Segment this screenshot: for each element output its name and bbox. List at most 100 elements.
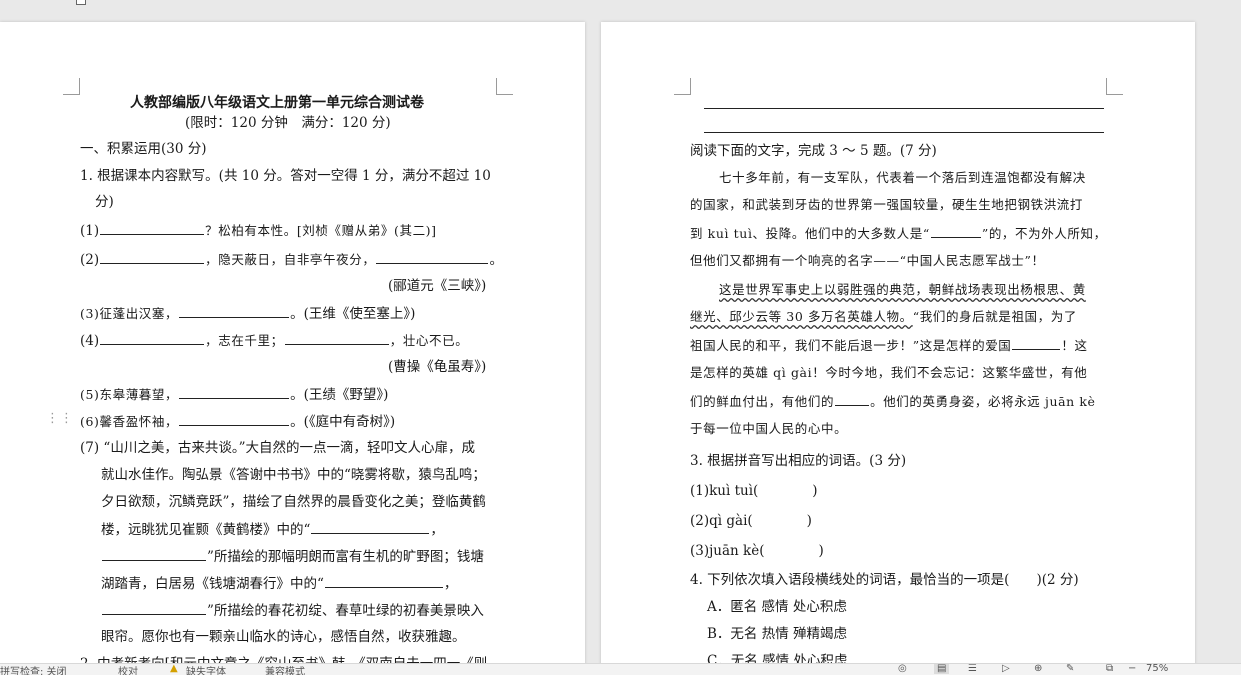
paragraph-line: ”所描绘的那幅明朗而富有生机的旷野图；钱塘 — [101, 547, 484, 566]
option-b: B．无名 热情 殚精竭虑 — [707, 626, 848, 642]
passage-text: 到 kuì tuì、投降。他们中的大多数人是“ — [690, 226, 930, 241]
fill-line: (2) ，隐天蔽日，自非亭午夜分， 。 — [80, 250, 503, 269]
passage-text: 。他们的英勇身姿，必将永远 juān kè — [870, 394, 1096, 409]
poem-text: (3)征蓬出汉塞， — [80, 306, 179, 321]
passage-line: 这是世界军事史上以弱胜强的典范，朝鲜战场表现出杨根思、黄 — [719, 281, 1086, 299]
document-page-left: 人教部编版八年级语文上册第一单元综合测试卷 (限时：120 分钟 满分：120 … — [0, 22, 585, 674]
answer-blank — [376, 250, 489, 264]
source-citation: (曹操《龟虽寿》) — [388, 359, 487, 375]
compat-mode-label: 兼容模式 — [265, 667, 305, 675]
missing-font-button[interactable]: 缺失字体 — [186, 664, 226, 675]
source-citation: 。(王绩《野望》) — [290, 387, 389, 403]
proofread-button[interactable]: 校对 — [118, 664, 138, 675]
item-number: (2) — [80, 252, 100, 268]
answer-blank — [930, 224, 981, 238]
poem-text: ？松柏有本性。[刘桢《赠从弟》(其二)] — [205, 223, 437, 238]
poem-text: ，志在千里； — [205, 333, 284, 348]
question-text: 4. 下列依次填入语段横线处的词语，最恰当的一项是( )(2 分) — [690, 572, 1079, 588]
outline-view-icon[interactable]: ☰ — [968, 664, 977, 674]
answer-rule-line — [704, 132, 1104, 133]
punctuation: 。 — [489, 252, 503, 268]
fit-page-icon[interactable]: ⧉ — [1106, 664, 1113, 674]
fill-line: (1) ？松柏有本性。[刘桢《赠从弟》(其二)] — [80, 221, 437, 240]
poem-text: (5)东皋薄暮望， — [80, 387, 179, 402]
passage-line: 七十多年前，有一支军队，代表着一个落后到连温饱都没有解决 — [719, 170, 1086, 185]
passage-line: 于每一位中国人民的心中。 — [690, 421, 848, 436]
poem-text: ，隐天蔽日，自非亭午夜分， — [205, 252, 376, 267]
wavy-underlined-sentence: 继光、邱少云等 30 多万名英雄人物。 — [690, 309, 913, 324]
paragraph-text: 湖踏青，白居易《钱塘湖春行》中的“ — [101, 576, 324, 592]
answer-blank — [284, 331, 389, 345]
top-checkbox[interactable] — [76, 0, 86, 5]
passage-text: 祖国人民的和平，我们不能后退一步！”这是怎样的爱国 — [690, 338, 1012, 353]
paragraph-line: 楼，远眺犹见崔颢《黄鹤楼》中的“ ， — [101, 520, 444, 539]
source-citation: (郦道元《三峡》) — [388, 278, 487, 294]
answer-blank — [179, 304, 290, 318]
paragraph-line: 就山水佳作。陶弘景《答谢中书书》中的“晓雾将歇，猿鸟乱鸣； — [101, 467, 486, 483]
answer-blank — [100, 221, 205, 235]
section-heading: 一、积累运用(30 分) — [80, 141, 207, 157]
item-number: (1) — [80, 223, 100, 239]
margin-corner-mark — [1106, 78, 1123, 95]
source-citation: 。(王维《使至塞上》) — [290, 306, 416, 322]
paragraph-line: 湖踏青，白居易《钱塘湖春行》中的“ ， — [101, 574, 457, 593]
paragraph-line: 夕日欲颓，沉鳞竞跃”，描绘了自然界的晨昏变化之美；登临黄鹤 — [101, 494, 486, 510]
passage-text: ！这 — [1061, 338, 1088, 353]
answer-blank — [179, 385, 290, 399]
passage-text: “我们的身后就是祖国，为了 — [912, 309, 1077, 324]
margin-corner-mark — [674, 78, 691, 95]
reading-intro: 阅读下面的文字，完成 3 ～ 5 题。(7 分) — [690, 143, 937, 159]
passage-text: ”的，不为外人所知， — [981, 226, 1107, 241]
item-number: (4) — [80, 333, 100, 349]
fill-line: (3)征蓬出汉塞， 。(王维《使至塞上》) — [80, 304, 415, 323]
document-page-right: 阅读下面的文字，完成 3 ～ 5 题。(7 分) 七十多年前，有一支军队，代表着… — [601, 22, 1195, 674]
wavy-underlined-sentence: 这是世界军事史上以弱胜强的典范，朝鲜战场表现出杨根思、黄 — [719, 282, 1086, 297]
drag-handle-icon[interactable]: ⋮⋮ — [46, 412, 74, 425]
margin-corner-mark — [496, 78, 513, 95]
passage-line: 是怎样的英雄 qì gài！今时今地，我们不会忘记：这繁华盛世，有他 — [690, 365, 1088, 380]
poem-text: (6)馨香盈怀袖， — [80, 414, 179, 429]
passage-line: 祖国人民的和平，我们不能后退一步！”这是怎样的爱国 ！这 — [690, 336, 1088, 355]
paragraph-text: ”所描绘的那幅明朗而富有生机的旷野图；钱塘 — [207, 549, 484, 565]
passage-line: 继光、邱少云等 30 多万名英雄人物。“我们的身后就是祖国，为了 — [690, 308, 1077, 326]
answer-rule-line — [704, 108, 1104, 109]
question-text: 分) — [95, 194, 114, 210]
passage-line: 们的鲜血付出，有他们的 。他们的英勇身姿，必将永远 juān kè — [690, 392, 1096, 411]
passage-line: 的国家，和武装到牙齿的世界第一强国较量，硬生生地把钢铁洪流打 — [690, 197, 1084, 212]
spellcheck-status[interactable]: 拼写检查: 关闭 — [0, 664, 67, 675]
pen-icon[interactable]: ✎ — [1066, 664, 1074, 674]
answer-blank — [324, 574, 443, 588]
answer-blank — [1012, 336, 1061, 350]
fill-line: (5)东皋薄暮望， 。(王绩《野望》) — [80, 385, 388, 404]
passage-text: 们的鲜血付出，有他们的 — [690, 394, 835, 409]
pinyin-item: (2)qì gài( ) — [690, 513, 812, 529]
passage-line: 到 kuì tuì、投降。他们中的大多数人是“ ”的，不为外人所知， — [690, 224, 1107, 243]
margin-corner-mark — [63, 78, 80, 95]
answer-blank — [835, 392, 870, 406]
question-text: 1. 根据课本内容默写。(共 10 分。答对一空得 1 分，满分不超过 10 — [80, 168, 491, 184]
answer-blank — [100, 250, 205, 264]
answer-blank — [179, 412, 290, 426]
status-bar: 拼写检查: 关闭 校对 ▲ 缺失字体 兼容模式 ◎ ▤ ☰ ▷ ⊕ ✎ ⧉ − … — [0, 663, 1241, 675]
punctuation: ， — [443, 576, 458, 592]
question-text: 3. 根据拼音写出相应的词语。(3 分) — [690, 453, 907, 469]
page-view-icon[interactable]: ▤ — [934, 664, 950, 674]
fill-line: (4) ，志在千里； ，壮心不已。 — [80, 331, 468, 350]
fill-line: (6)馨香盈怀袖， 。(《庭中有奇树》) — [80, 412, 395, 431]
paragraph-text: 楼，远眺犹见崔颢《黄鹤楼》中的“ — [101, 522, 311, 538]
web-view-icon[interactable]: ⊕ — [1034, 664, 1042, 674]
zoom-out-icon[interactable]: − — [1128, 664, 1136, 674]
zoom-level[interactable]: 75% — [1146, 664, 1168, 674]
poem-text: ，壮心不已。 — [389, 333, 469, 348]
answer-blank — [102, 547, 206, 561]
answer-blank — [102, 601, 206, 615]
document-subtitle: (限时：120 分钟 满分：120 分) — [185, 115, 391, 131]
play-icon[interactable]: ▷ — [1002, 664, 1010, 674]
focus-mode-icon[interactable]: ◎ — [898, 664, 907, 674]
pinyin-item: (3)juān kè( ) — [690, 543, 824, 559]
option-a: A．匿名 感情 处心积虑 — [707, 599, 847, 615]
document-title: 人教部编版八年级语文上册第一单元综合测试卷 — [130, 95, 424, 111]
paragraph-line: ”所描绘的春花初绽、春草吐绿的初春美景映入 — [101, 601, 484, 620]
answer-blank — [311, 520, 430, 534]
paragraph-text: ”所描绘的春花初绽、春草吐绿的初春美景映入 — [207, 603, 484, 619]
